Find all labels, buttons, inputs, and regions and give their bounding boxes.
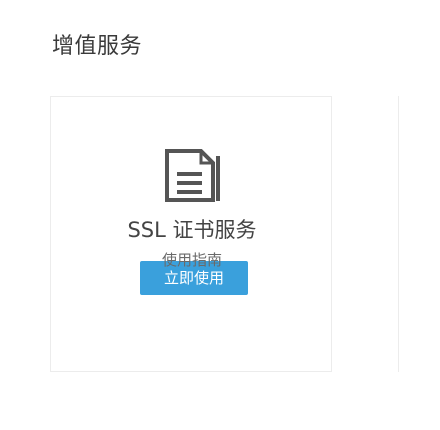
service-card-ssl: SSL 证书服务 立即使用 使用指南 — [50, 96, 332, 372]
value-added-services-page: 增值服务 SSL 证书服务 立即使用 使用指南 — [0, 0, 440, 430]
document-icon — [163, 148, 223, 204]
usage-guide-link[interactable]: 使用指南 — [51, 249, 333, 270]
service-name: SSL 证书服务 — [127, 218, 257, 242]
section-title: 增值服务 — [52, 34, 143, 59]
service-card-next — [398, 96, 440, 372]
